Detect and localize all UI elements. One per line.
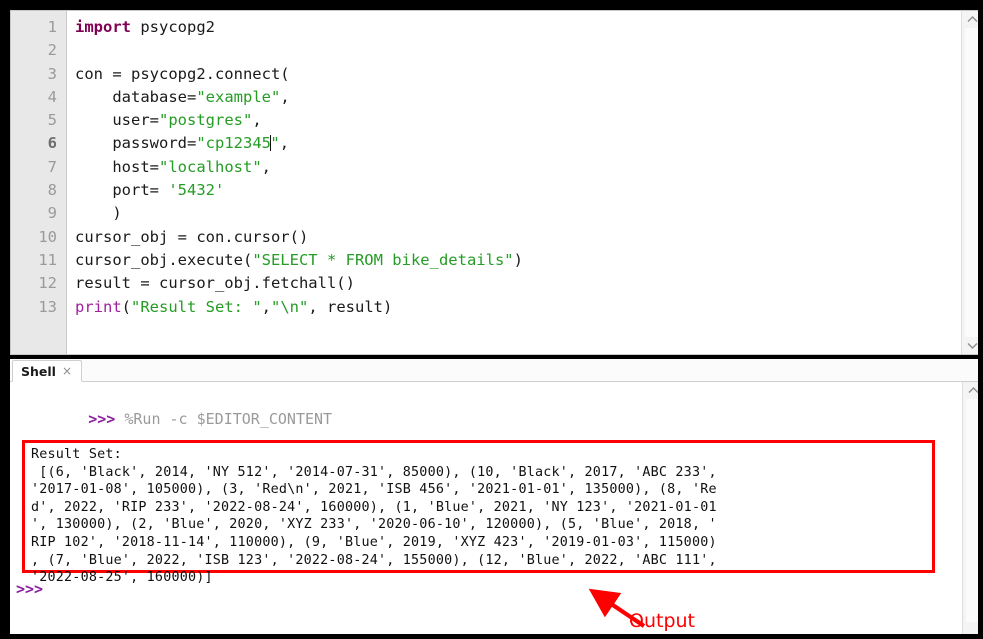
code-line[interactable]: result = cursor_obj.fetchall() bbox=[75, 272, 960, 295]
code-token: cursor_obj = con.cursor() bbox=[75, 227, 309, 246]
line-number: 3 bbox=[47, 64, 57, 83]
line-number: 10 bbox=[38, 227, 57, 246]
output-line: RIP 102', '2018-11-14', 110000), (9, 'Bl… bbox=[31, 534, 717, 550]
line-number: 8 bbox=[47, 181, 57, 200]
line-number: 2 bbox=[47, 41, 57, 60]
line-number: 13 bbox=[38, 297, 57, 316]
code-token: port= bbox=[75, 181, 169, 200]
code-token: ( bbox=[121, 297, 132, 316]
output-line: [(6, 'Black', 2014, 'NY 512', '2014-07-3… bbox=[31, 464, 717, 480]
code-token: , bbox=[279, 134, 290, 153]
code-token: , bbox=[261, 157, 271, 176]
code-line[interactable] bbox=[75, 39, 960, 62]
output-line: '2022-08-25', 160000)] bbox=[31, 570, 213, 586]
code-line[interactable]: cursor_obj = con.cursor() bbox=[75, 226, 960, 249]
thonny-ide-window: 1 2 3 4 5 6 7 8 9 10 11 12 13 import psycopg2 con = … bbox=[0, 0, 983, 639]
line-number: 7 bbox=[47, 157, 57, 176]
code-token: import bbox=[75, 18, 131, 36]
code-token: "Result Set: " bbox=[131, 297, 262, 316]
output-line: , (7, 'Blue', 2022, 'ISB 123', '2022-08-… bbox=[31, 552, 717, 568]
code-token: password= bbox=[75, 134, 197, 153]
scrollbar-trough[interactable] bbox=[966, 399, 978, 622]
code-line[interactable]: port= '5432' bbox=[75, 179, 960, 202]
code-line[interactable]: password="cp12345", bbox=[75, 132, 960, 155]
output-line: d', 2022, 'RIP 233', '2022-08-24', 16000… bbox=[31, 499, 717, 515]
code-token: "cp12345 bbox=[196, 134, 271, 153]
code-token: "SELECT * FROM bike_details" bbox=[252, 250, 514, 269]
code-token: result = cursor_obj.fetchall() bbox=[75, 274, 355, 293]
code-line[interactable]: database="example", bbox=[75, 86, 960, 109]
tab-shell-label: Shell bbox=[21, 363, 56, 379]
code-token: "localhost" bbox=[159, 157, 262, 176]
code-token: " bbox=[270, 134, 280, 153]
line-number: 6 bbox=[47, 134, 57, 153]
code-token: user= bbox=[75, 111, 159, 130]
code-line[interactable]: cursor_obj.execute("SELECT * FROM bike_d… bbox=[75, 249, 960, 272]
editor-code-area[interactable]: import psycopg2 con = psycopg2.connect( … bbox=[68, 11, 960, 354]
code-token: "\n" bbox=[271, 297, 309, 316]
code-token: "example" bbox=[196, 87, 281, 106]
editor-vertical-scrollbar[interactable] bbox=[961, 11, 978, 354]
annotation-label: Output bbox=[629, 610, 695, 632]
line-number: 12 bbox=[38, 274, 57, 293]
output-line: '2017-01-08', 105000), (3, 'Red\n', 2021… bbox=[31, 482, 717, 498]
code-line[interactable]: host="localhost", bbox=[75, 156, 960, 179]
code-token: database= bbox=[75, 87, 197, 106]
code-token: host= bbox=[75, 157, 159, 176]
editor-line-number-gutter: 1 2 3 4 5 6 7 8 9 10 11 12 13 bbox=[11, 11, 67, 354]
output-line: Result Set: bbox=[31, 447, 122, 462]
close-icon[interactable]: × bbox=[62, 364, 72, 378]
line-number: 5 bbox=[47, 111, 57, 130]
code-token: , bbox=[252, 111, 262, 130]
code-token: "postgres" bbox=[159, 111, 253, 130]
code-token: print bbox=[75, 297, 122, 316]
code-line[interactable]: import psycopg2 bbox=[75, 16, 960, 39]
line-number: 11 bbox=[38, 250, 57, 269]
code-line[interactable]: user="postgres", bbox=[75, 109, 960, 132]
shell-prompt: >>> bbox=[88, 410, 116, 428]
line-number: 9 bbox=[47, 204, 57, 223]
output-line: ', 130000), (2, 'Blue', 2020, 'XYZ 233',… bbox=[31, 517, 717, 533]
code-token: con = psycopg2.connect( bbox=[75, 64, 290, 83]
tab-shell[interactable]: Shell × bbox=[12, 360, 83, 382]
chevron-down-icon[interactable] bbox=[962, 337, 978, 354]
chevron-up-icon[interactable] bbox=[963, 382, 978, 399]
shell-output-area[interactable]: >>> %Run -c $EDITOR_CONTENT Result Set: … bbox=[10, 382, 962, 634]
code-token: , bbox=[280, 87, 290, 106]
code-token: psycopg2 bbox=[131, 18, 215, 36]
code-line[interactable]: con = psycopg2.connect( bbox=[75, 63, 960, 86]
shell-vertical-scrollbar[interactable] bbox=[962, 382, 978, 634]
line-number: 4 bbox=[47, 87, 57, 106]
code-token: '5432' bbox=[168, 181, 225, 200]
shell-run-command: %Run -c $EDITOR_CONTENT bbox=[124, 410, 333, 428]
code-token: cursor_obj.execute( bbox=[75, 250, 253, 269]
shell-result-text: Result Set: [(6, 'Black', 2014, 'NY 512'… bbox=[31, 446, 932, 587]
line-number: 1 bbox=[47, 18, 57, 36]
code-token: , bbox=[261, 297, 272, 316]
shell-tab-bar: Shell × bbox=[10, 359, 978, 382]
code-token: ) bbox=[513, 250, 523, 269]
scrollbar-trough[interactable] bbox=[965, 28, 978, 337]
shell-trailing-prompt: >>> bbox=[16, 580, 44, 598]
code-line[interactable]: print("Result Set: ","\n", result) bbox=[75, 296, 960, 319]
chevron-up-icon[interactable] bbox=[962, 11, 978, 28]
shell-pane[interactable]: Shell × >>> %Run -c $EDITOR_CONTENT Resu… bbox=[10, 359, 978, 634]
editor-pane[interactable]: 1 2 3 4 5 6 7 8 9 10 11 12 13 import psycopg2 con = … bbox=[10, 10, 978, 355]
output-highlight-box: Result Set: [(6, 'Black', 2014, 'NY 512'… bbox=[22, 440, 935, 585]
code-token: , result) bbox=[308, 297, 393, 316]
code-token: ) bbox=[75, 204, 122, 223]
code-line[interactable]: ) bbox=[75, 202, 960, 225]
